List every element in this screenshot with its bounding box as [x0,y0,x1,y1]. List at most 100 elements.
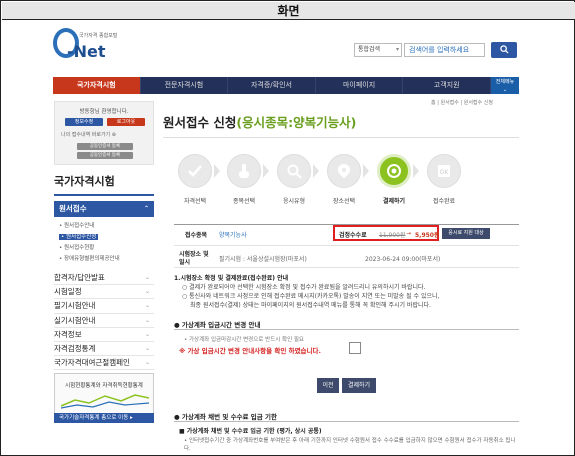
page-title-main: 원서접수 신청 [163,115,237,130]
sidebar-item-stats[interactable]: 자격검정통계 ⌄ [54,342,154,357]
step-arrow-icon [313,164,319,178]
fee-arrow: → [406,230,412,237]
pay-button[interactable]: 결제하기 [342,378,376,393]
section-title-deposit-time: ● 가상계좌 입금시간 변경 안내 [174,321,261,329]
notice-section: 1.시험장소 확정 및 결제완료(접수완료) 안내 ○ 결제가 완료되어야 선택… [174,274,519,310]
nav-mypage[interactable]: 마이페이지 [316,77,404,94]
chevron-down-icon: ⌄ [144,344,150,352]
sidebar-menu: 합격자/답안발표 ⌄ 시험일정 ⌄ 필기시험안내 ⌄ 실기시험안내 ⌄ 자격정보 ⌄ 자격… [54,271,154,371]
step-3 [277,154,311,188]
notice-line: ○ 통신사와 네트워크 사정으로 인해 접수완료 메시지(카카오톡) 발송이 지… [182,293,440,300]
sidebar-title: 국가자격시험 [54,175,115,188]
location-pin-icon [338,164,350,178]
subitem-accessibility[interactable]: • 장애유형별편의제공안내 [59,254,120,265]
step-label: 응시유형 [282,198,306,205]
chevron-down-icon: ⌄ [144,330,150,338]
subject-value: 양복기능사 [219,232,247,239]
section-title-virtual-account: ● 가상계좌 채번 및 수수료 입금 기한 [174,413,277,421]
subitem-guide[interactable]: • 원서접수안내 [59,221,120,232]
fee-original: 11,900원 [379,232,406,239]
chevron-up-icon: ⌃ [143,205,149,212]
chevron-down-icon: ▾ [395,46,399,53]
sidebar-subitems: • 원서접수안내 • 원서접수신청 • 원서접수현황 • 장애유형별편의제공안내 [59,221,120,265]
confirm-statement: ※ 가상 입금시간 변경 안내사항을 확인 하였습니다. [179,347,321,355]
banner-title: 시험현황통계와 자격취득현황통계 [65,383,143,389]
notice-heading: 1.시험장소 확정 및 결제완료(접수완료) 안내 [174,275,289,282]
welcome-text: 방동항님 환영합니다. [79,109,129,115]
chevron-down-icon: ⌄ [144,302,150,310]
step-arrow-icon [363,164,369,178]
virtual-account-text: • 인터넷접수기간 중 가상계좌번호를 부여받은 후 아래 기한까지 인터넷 수… [184,438,516,452]
confirm-checkbox[interactable] [349,342,361,354]
step-label: 접수완료 [432,198,456,205]
step-label: 종목선택 [232,198,256,205]
sidebar-item-schedule[interactable]: 시험일정 ⌄ [54,285,154,300]
step-5-active [377,154,411,188]
notice-line: 최종 원서접수(결제) 상태는 마이페이지의 원서접수내역 메뉴를 통해 꼭 확… [190,302,431,309]
image-caption: 화면 [2,2,575,20]
cert-register-button[interactable]: 공동인증서 등록 [77,143,133,150]
prev-button[interactable]: 이전 [317,378,339,393]
nav-support[interactable]: 고객지원 [403,77,491,94]
sidebar-item-label: 합격자/답안발표 [54,273,105,282]
qnet-logo[interactable]: 국가자격 종합포털 -Net [53,28,123,64]
sidebar-item-label: 시험일정 [54,287,82,297]
logo-subtitle: 국가자격 종합포털 [79,33,118,39]
deposit-notice: • 가상계좌 입금마감시간 변경으로 반드시 확인 필요 [184,337,304,343]
search-scope-label: 통합검색 [358,46,381,53]
place-date: 2023-06-24 09:00(마포서) [365,256,441,263]
search-button[interactable] [491,42,517,58]
login-box: 방동항님 환영합니다. 정보수정 로그아웃 나의 접수내역 바로가기 ⊕ 공동인… [54,101,154,165]
step-label: 자격선택 [183,198,207,205]
sidebar-item-label: 국가자격대여근절캠페인 [54,358,130,368]
all-menu-button[interactable]: 전체메뉴 ⌄ [490,77,519,94]
subitem-apply[interactable]: • 원서접수신청 [59,232,120,243]
sidebar-item-written[interactable]: 필기시험안내 ⌄ [54,299,154,314]
step-2 [227,154,261,188]
subitem-status[interactable]: • 원서접수현황 [59,243,120,254]
divider [174,245,519,246]
pointer-hand-icon [239,164,249,178]
search-scope-select[interactable]: 통합검색 ▾ [354,43,402,57]
sidebar-item-label: 필기시험안내 [54,301,96,311]
chevron-down-icon: ⌄ [144,316,150,324]
page-title-subject: (응시종목:양복기능사) [236,115,357,130]
place-value: 필기시험 : 서울상설시험장(마포서) [219,256,307,263]
sidebar-item-practical[interactable]: 실기시험안내 ⌄ [54,314,154,328]
discount-target-button[interactable]: 응시료 지원 대상 [442,228,490,239]
cert-register-button-2[interactable]: 공동인증서 등록 [77,152,133,159]
sidebar-item-label: 실기시험안내 [54,315,96,325]
screenshot-frame: 화면 국가자격 종합포털 -Net 통합검색 ▾ 검색어를 입력하세요 국가자격… [0,0,575,456]
divider [163,137,519,138]
sidebar-item-info[interactable]: 자격정보 ⌄ [54,328,154,342]
step-6: OK [427,154,461,188]
sidebar-item-results[interactable]: 합격자/답안발표 ⌄ [54,271,154,286]
nav-national-exam[interactable]: 국가자격시험 [53,77,141,94]
subject-label: 접수종목 [185,232,208,239]
nav-certificate[interactable]: 자격증/확인서 [228,77,316,94]
coin-icon [387,164,401,178]
place-label: 시험장소 및 일시 [179,251,209,266]
logo-text: -Net [67,42,106,61]
search-input[interactable]: 검색어를 입력하세요 [404,43,485,57]
chevron-down-icon: ⌄ [144,288,150,296]
subitem-apply-label: • 원서접수신청 [59,234,99,240]
chevron-down-icon: ⌄ [502,87,508,93]
search-icon [499,45,509,54]
nav-professional-exam[interactable]: 전문자격시험 [141,77,229,94]
step-label-active: 결제하기 [382,198,406,205]
search-icon [287,164,302,179]
stats-banner-link[interactable]: 국가기술자격통계 총으로 이동 ▸ [54,413,154,423]
logout-button[interactable]: 로그아웃 [107,118,145,126]
check-icon [188,165,202,177]
sidebar-item-application[interactable]: 원서접수 ⌃ [54,201,154,217]
sidebar-item-label: 자격정보 [54,329,82,339]
sidebar-item-campaign[interactable]: 국가자격대여근절캠페인 ⌄ [54,356,154,371]
chevron-down-icon: ⌄ [144,359,150,367]
edit-info-button[interactable]: 정보수정 [65,118,103,126]
step-arrow-icon [413,164,419,178]
step-4 [327,154,361,188]
divider [174,421,519,422]
breadcrumb: 홈 | 원서접수 | 원서접수 신청 [431,100,493,106]
recent-applications-link[interactable]: 나의 접수내역 바로가기 ⊕ [61,131,116,138]
